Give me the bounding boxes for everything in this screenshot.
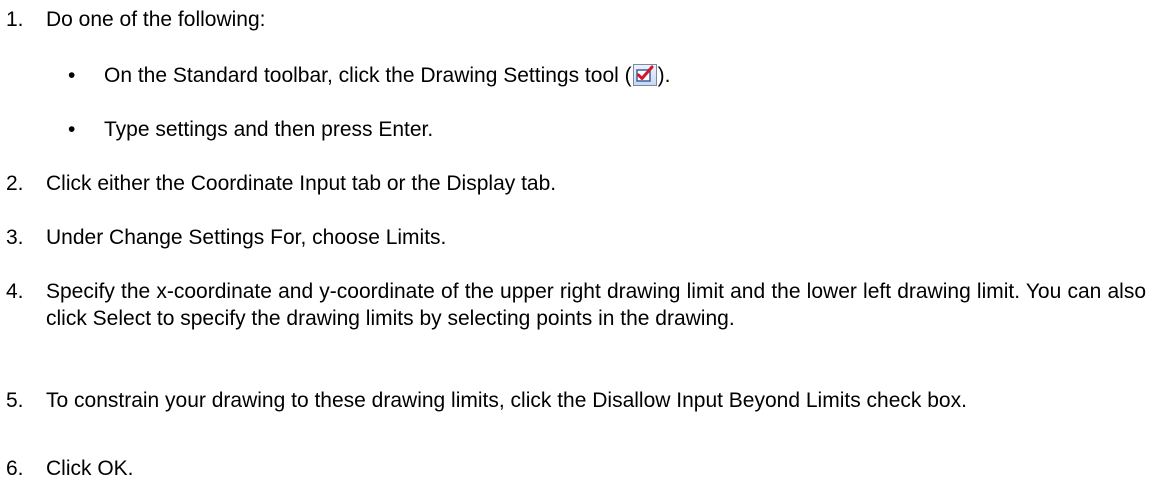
step-text: Under Change Settings For, choose Limits… xyxy=(46,226,447,249)
step-text: To constrain your drawing to these drawi… xyxy=(46,389,967,412)
bullet-text: On the Standard toolbar, click the Drawi… xyxy=(104,62,670,89)
bullet-symbol: • xyxy=(68,64,76,87)
step-number: 4. xyxy=(6,280,24,303)
step-number: 2. xyxy=(6,172,24,195)
step-number: 3. xyxy=(6,226,24,249)
bullet-text-before: On the Standard toolbar, click the Drawi… xyxy=(104,64,632,87)
step-text: Click either the Coordinate Input tab or… xyxy=(46,172,557,195)
step-text: Do one of the following: xyxy=(46,8,266,31)
bullet-symbol: • xyxy=(68,118,76,141)
drawing-settings-icon xyxy=(632,64,657,86)
bullet-text: Type settings and then press Enter. xyxy=(104,118,434,141)
bullet-text-after: ). xyxy=(657,64,671,87)
step-number: 6. xyxy=(6,457,24,480)
step-number: 5. xyxy=(6,389,24,412)
step-number: 1. xyxy=(6,8,24,31)
step-text: Click OK. xyxy=(46,457,134,480)
step-text: Specify the x-coordinate and y-coordinat… xyxy=(46,280,1146,330)
